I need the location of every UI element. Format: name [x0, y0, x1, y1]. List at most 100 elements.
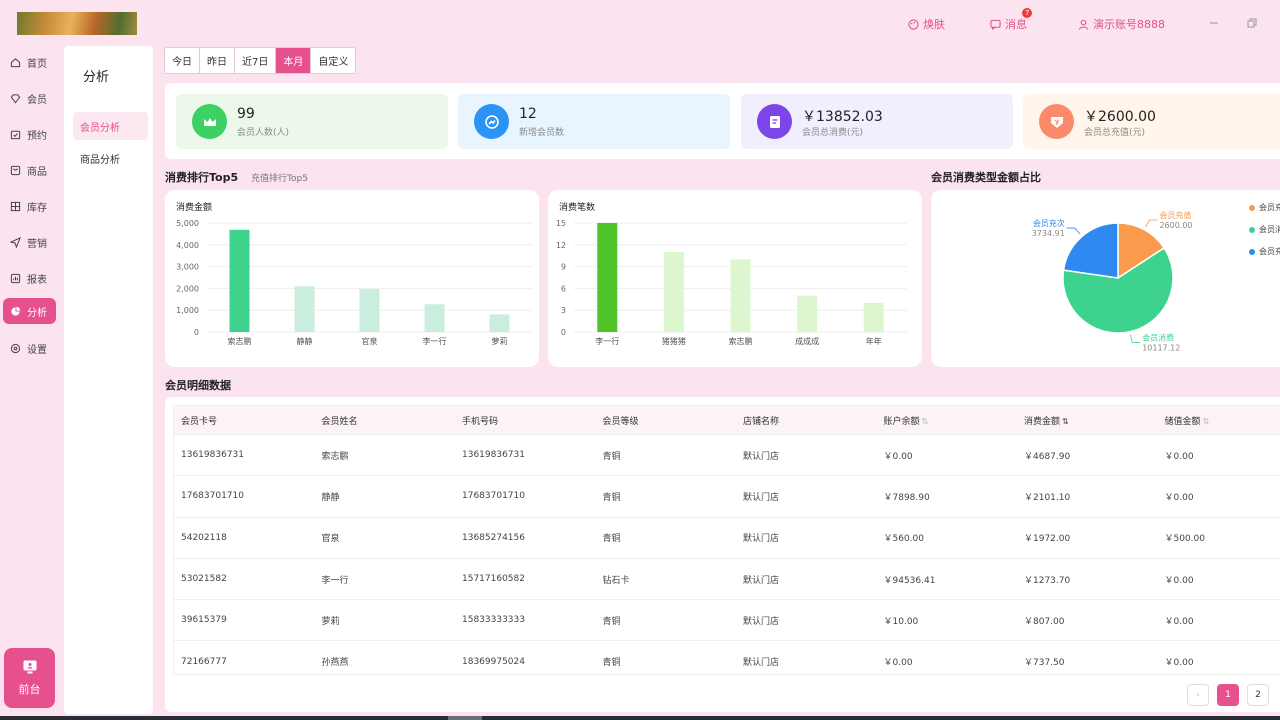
restore-icon[interactable] — [1246, 17, 1258, 29]
date-tab-yesterday[interactable]: 昨日 — [200, 48, 235, 73]
bar[interactable] — [229, 229, 250, 332]
prev-page-button[interactable]: ‹ — [1187, 684, 1209, 706]
x-tick-label: 萝莉 — [492, 336, 508, 346]
subnav-item-member-analysis[interactable]: 会员分析 — [73, 112, 148, 140]
bar[interactable] — [663, 252, 684, 332]
legend-item[interactable]: 会员充 — [1249, 246, 1280, 257]
nav-item-home[interactable]: 首页 — [3, 49, 56, 75]
table-cell: 青铜 — [602, 534, 621, 545]
x-tick-label: 静静 — [297, 336, 313, 346]
stat-card-total-recharge: ￥2600.00 会员总充值(元) — [1023, 94, 1280, 149]
column-header[interactable]: 储值金额 ⇅ — [1158, 414, 1280, 427]
bar[interactable] — [597, 223, 618, 332]
stat-icon-bg — [192, 104, 227, 139]
sort-icon[interactable]: ⇅ — [922, 417, 929, 426]
table-row[interactable]: 17683701710 静静 17683701710 青铜 默认门店 ￥7898.90 ￥2… — [174, 476, 1280, 518]
sort-icon[interactable]: ⇅ — [1062, 417, 1069, 426]
table-row[interactable]: 72166777 孙燕燕 18369975024 青铜 默认门店 ￥0.00 ￥737.50… — [174, 641, 1280, 674]
stat-value: ￥2600.00 — [1084, 109, 1156, 125]
nav-label: 设置 — [27, 344, 47, 356]
bar[interactable] — [797, 295, 818, 332]
bar[interactable] — [730, 259, 751, 332]
ranking-alt-tab[interactable]: 充值排行Top5 — [251, 171, 308, 184]
legend-item[interactable]: 会员消 — [1249, 224, 1280, 235]
x-tick-label: 成成成 — [795, 336, 819, 346]
table-body: 13619836731 索志鹏 13619836731 青铜 默认门店 ￥0.00 ￥468… — [174, 435, 1280, 674]
skin-button[interactable]: 焕肤 — [908, 16, 945, 32]
nav-item-booking[interactable]: 预约 — [3, 121, 56, 147]
table-cell: 13619836731 — [462, 450, 525, 461]
table-cell: 18369975024 — [462, 656, 525, 667]
nav-item-analysis[interactable]: 分析 — [3, 298, 56, 324]
report-icon — [10, 273, 21, 283]
taskbar — [0, 716, 1280, 720]
page-button[interactable]: 1 — [1217, 684, 1239, 706]
column-header-label: 账户余额 — [883, 416, 920, 427]
x-tick-label: 官泉 — [362, 336, 378, 346]
nav-label: 库存 — [27, 202, 47, 214]
y-tick-label: 0 — [194, 328, 199, 337]
date-tab-this-month[interactable]: 本月 — [276, 48, 312, 73]
table-cell: 青铜 — [602, 616, 621, 627]
pie-slice-name: 会员消费 — [1142, 332, 1174, 342]
table-cell: 13685274156 — [462, 532, 525, 543]
bar[interactable] — [489, 314, 510, 332]
table-header: 会员卡号 会员姓名 手机号码 会员等级 店铺名称 账户余额 ⇅ 消费金额 ⇅ 储值金额 ⇅ — [174, 406, 1280, 435]
table-cell: 72166777 — [181, 656, 227, 667]
stat-value: 99 — [237, 106, 255, 122]
diamond-icon — [10, 93, 21, 103]
legend-label: 会员充 — [1259, 203, 1280, 212]
nav-item-stock[interactable]: 库存 — [3, 193, 56, 219]
table-cell: 默认门店 — [743, 575, 780, 586]
front-desk-button[interactable]: 前台 — [4, 648, 55, 708]
x-tick-label: 李一行 — [423, 336, 447, 346]
bar[interactable] — [424, 304, 445, 332]
table-row[interactable]: 54202118 官泉 13685274156 青铜 默认门店 ￥560.00 ￥1972.… — [174, 518, 1280, 559]
table-cell: ￥4687.90 — [1024, 451, 1071, 462]
nav-item-settings[interactable]: 设置 — [3, 335, 56, 361]
nav-item-report[interactable]: 报表 — [3, 265, 56, 291]
table-cell: 默认门店 — [743, 451, 780, 462]
spend-count-bar-chart: 0 3 6 9 12 15 李一行 猪猪猪 索志鹏 成成成 年年 — [556, 219, 907, 346]
bar[interactable] — [359, 289, 380, 332]
pie-slice[interactable] — [1062, 222, 1119, 279]
nav-item-member[interactable]: 会员 — [3, 85, 56, 111]
stat-label: 新增会员数 — [519, 128, 565, 138]
page-button[interactable]: 2 — [1247, 684, 1269, 706]
minimize-icon[interactable] — [1208, 17, 1220, 29]
legend-dot — [1249, 204, 1255, 211]
legend-item[interactable]: 会员充 — [1249, 202, 1280, 213]
sort-icon[interactable]: ⇅ — [1203, 417, 1210, 426]
column-header[interactable]: 账户余额 ⇅ — [877, 414, 1018, 427]
date-tab-today[interactable]: 今日 — [165, 48, 200, 73]
table-row[interactable]: 39615379 萝莉 15833333333 青铜 默认门店 ￥10.00 ￥807.00… — [174, 600, 1280, 642]
table-row[interactable]: 53021582 李一行 15717160582 钻石卡 默认门店 ￥94536.41 ￥1… — [174, 559, 1280, 601]
table-cell: 静静 — [321, 492, 340, 503]
table-cell: ￥0.00 — [1164, 575, 1194, 586]
column-header-label: 储值金额 — [1164, 416, 1201, 427]
nav-label: 首页 — [27, 58, 47, 70]
message-badge: 7 — [1022, 8, 1033, 18]
account-button[interactable]: 演示账号8888 — [1078, 16, 1165, 32]
y-tick-label: 1,000 — [176, 306, 199, 315]
date-tab-custom[interactable]: 自定义 — [311, 48, 355, 73]
stat-value: ￥13852.03 — [802, 109, 883, 125]
nav-item-goods[interactable]: 商品 — [3, 157, 56, 183]
subnav-item-goods-analysis[interactable]: 商品分析 — [73, 144, 148, 172]
bar[interactable] — [294, 286, 315, 332]
member-detail-panel: 会员卡号 会员姓名 手机号码 会员等级 店铺名称 账户余额 ⇅ 消费金额 ⇅ 储值金额 ⇅ 1361… — [165, 397, 1280, 712]
x-tick-label: 李一行 — [595, 336, 619, 346]
pie-slice-name: 会员充值 — [1159, 210, 1191, 220]
table-cell: ￥0.00 — [1164, 451, 1194, 462]
column-header[interactable]: 消费金额 ⇅ — [1017, 414, 1158, 427]
ranking-title-tab[interactable]: 消费排行Top5 — [165, 169, 238, 185]
nav-label: 报表 — [27, 274, 47, 286]
table-row[interactable]: 13619836731 索志鹏 13619836731 青铜 默认门店 ￥0.00 ￥468… — [174, 435, 1280, 477]
table-cell: 39615379 — [181, 615, 227, 626]
stat-icon-bg — [1039, 104, 1074, 139]
bar[interactable] — [863, 302, 884, 332]
user-icon — [1078, 19, 1089, 30]
nav-item-marketing[interactable]: 营销 — [3, 229, 56, 255]
message-button[interactable]: 消息 7 — [990, 8, 1033, 32]
date-tab-last7[interactable]: 近7日 — [235, 48, 277, 73]
